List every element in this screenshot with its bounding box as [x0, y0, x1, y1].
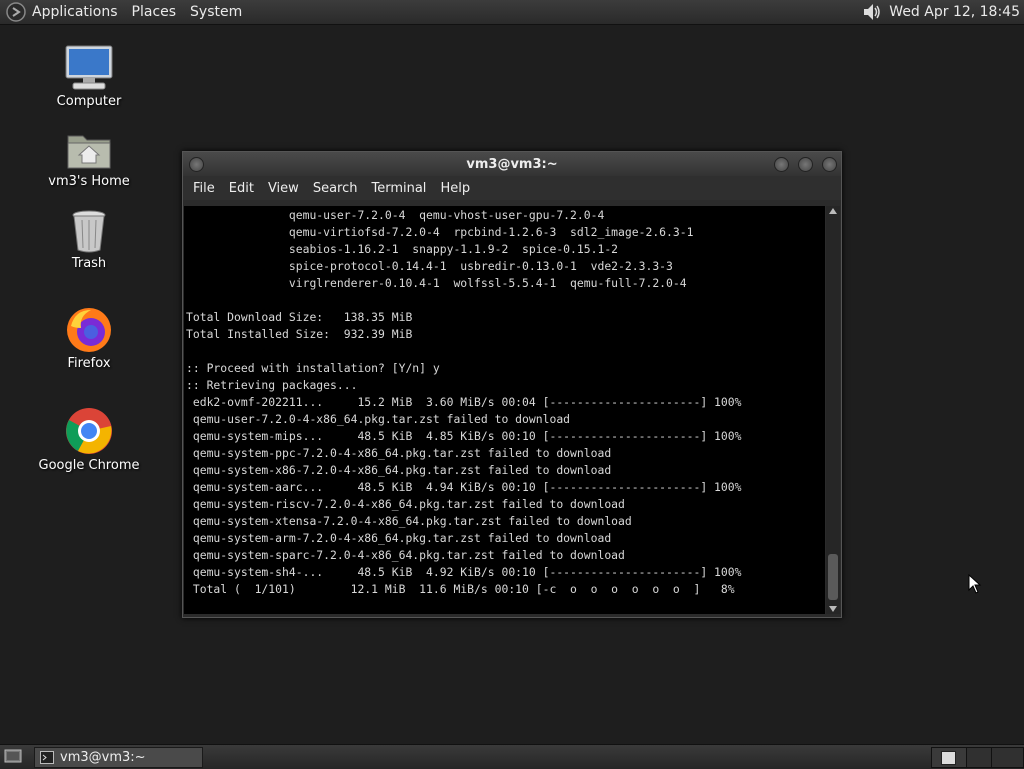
menu-search[interactable]: Search — [313, 181, 358, 196]
terminal-icon — [40, 751, 54, 764]
home-folder-icon — [67, 135, 111, 169]
workspace-window-marker — [941, 751, 956, 765]
computer-icon — [65, 45, 113, 90]
taskbar-button-label: vm3@vm3:~ — [60, 750, 146, 765]
desktop-icon-label: Google Chrome — [38, 458, 140, 473]
scroll-up-arrow-icon[interactable] — [829, 208, 837, 214]
firefox-icon — [67, 308, 111, 352]
gnome-foot-icon[interactable] — [6, 2, 26, 22]
menu-view[interactable]: View — [268, 181, 299, 196]
scroll-down-arrow-icon[interactable] — [829, 606, 837, 612]
desktop-icon-trash[interactable]: Trash — [34, 208, 144, 271]
close-button[interactable] — [822, 157, 837, 172]
panel-tray: Wed Apr 12, 18:45 — [861, 0, 1024, 24]
trash-icon — [72, 210, 106, 253]
terminal-scrollbar[interactable] — [826, 206, 840, 614]
system-menu[interactable]: System — [190, 4, 242, 20]
menu-help[interactable]: Help — [440, 181, 470, 196]
desktop-icon-chrome[interactable]: Google Chrome — [34, 406, 144, 473]
maximize-button[interactable] — [798, 157, 813, 172]
taskbar-button-terminal[interactable]: vm3@vm3:~ — [34, 747, 203, 768]
scroll-thumb[interactable] — [828, 554, 838, 600]
chrome-icon — [66, 408, 112, 454]
menu-file[interactable]: File — [193, 181, 215, 196]
desktop-icon-home[interactable]: vm3's Home — [34, 128, 144, 189]
terminal-window: vm3@vm3:~ File Edit View Search Terminal… — [182, 151, 842, 618]
menu-edit[interactable]: Edit — [229, 181, 254, 196]
places-menu[interactable]: Places — [132, 4, 177, 20]
window-menu-button[interactable] — [189, 157, 204, 172]
volume-icon[interactable] — [861, 1, 883, 23]
workspace-3[interactable] — [991, 747, 1024, 768]
workspace-1[interactable] — [931, 747, 967, 768]
desktop-icon-firefox[interactable]: Firefox — [34, 306, 144, 371]
desktop-icon-label: vm3's Home — [48, 174, 130, 189]
desktop-icon-label: Computer — [56, 94, 122, 109]
terminal-text: qemu-user-7.2.0-4 qemu-vhost-user-gpu-7.… — [186, 208, 742, 596]
minimize-button[interactable] — [774, 157, 789, 172]
window-titlebar[interactable]: vm3@vm3:~ — [183, 152, 841, 176]
top-panel: Applications Places System Wed Apr 12, 1… — [0, 0, 1024, 25]
applications-menu[interactable]: Applications — [32, 4, 118, 20]
terminal-menubar: File Edit View Search Terminal Help — [183, 176, 841, 200]
window-title: vm3@vm3:~ — [466, 156, 558, 172]
desktop-icon-label: Firefox — [67, 356, 111, 371]
show-desktop-icon[interactable] — [4, 748, 22, 764]
bottom-panel: vm3@vm3:~ — [0, 744, 1024, 769]
menu-terminal[interactable]: Terminal — [371, 181, 426, 196]
desktop-icon-label: Trash — [71, 256, 107, 271]
desktop-icon-computer[interactable]: Computer — [34, 44, 144, 109]
mouse-pointer-icon — [968, 574, 982, 594]
terminal-output[interactable]: qemu-user-7.2.0-4 qemu-vhost-user-gpu-7.… — [184, 206, 825, 614]
clock[interactable]: Wed Apr 12, 18:45 — [889, 4, 1020, 20]
